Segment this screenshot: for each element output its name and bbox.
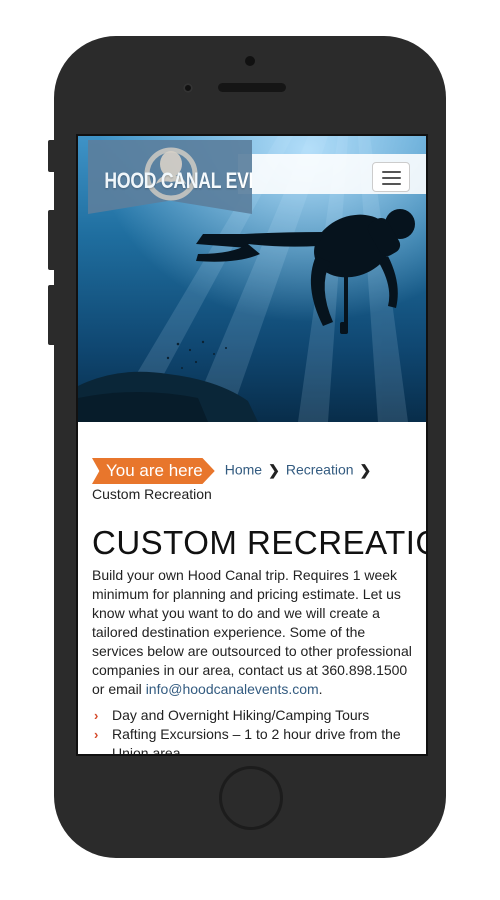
- intro-paragraph: Build your own Hood Canal trip. Requires…: [92, 566, 418, 699]
- hamburger-icon: [382, 171, 401, 173]
- phone-screen: HOOD CANAL EVENTS You are here Home ❯ Recre…: [76, 134, 428, 756]
- email-link[interactable]: info@hoodcanalevents.com: [146, 681, 319, 697]
- breadcrumb-current: Custom Recreation: [92, 486, 212, 502]
- chevron-right-icon: ›: [94, 708, 99, 723]
- menu-toggle-button[interactable]: [372, 162, 410, 192]
- services-list: › Day and Overnight Hiking/Camping Tours …: [92, 706, 418, 756]
- list-item: › Day and Overnight Hiking/Camping Tours: [92, 706, 418, 725]
- chevron-right-icon: ›: [94, 727, 99, 742]
- page-title: CUSTOM RECREATION: [92, 524, 426, 561]
- hamburger-icon: [382, 183, 401, 185]
- intro-text: Build your own Hood Canal trip. Requires…: [92, 567, 412, 697]
- hamburger-icon: [382, 177, 401, 179]
- hero-image: HOOD CANAL EVENTS: [78, 136, 426, 422]
- chevron-right-icon: ❯: [359, 461, 372, 478]
- you-are-here-tag: You are here: [92, 458, 215, 484]
- service-label: Rafting Excursions – 1 to 2 hour drive f…: [112, 726, 401, 756]
- breadcrumb-recreation-link[interactable]: Recreation: [286, 462, 354, 478]
- list-item: › Rafting Excursions – 1 to 2 hour drive …: [92, 725, 418, 756]
- earpiece-speaker: [218, 83, 286, 92]
- breadcrumb-home-link[interactable]: Home: [225, 462, 262, 478]
- breadcrumb: You are here Home ❯ Recreation ❯ Custom Recre…: [92, 458, 418, 505]
- chevron-right-icon: ❯: [268, 461, 280, 478]
- sensor-icon: [183, 83, 193, 93]
- home-button[interactable]: [219, 766, 283, 830]
- logo-text: HOOD CANAL EVENTS: [104, 168, 295, 193]
- service-label: Day and Overnight Hiking/Camping Tours: [112, 707, 370, 723]
- intro-end: .: [318, 681, 323, 697]
- front-camera-icon: [245, 56, 255, 66]
